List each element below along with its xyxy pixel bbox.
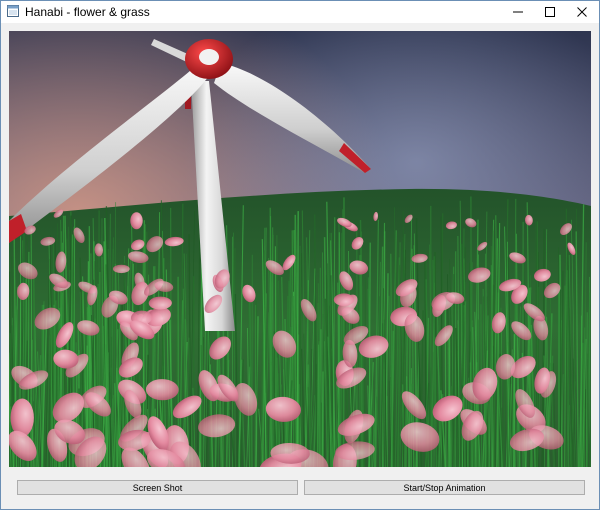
app-window: Hanabi - flower & grass Screen Shot Star… <box>0 0 600 510</box>
window-title: Hanabi - flower & grass <box>25 5 150 19</box>
close-button[interactable] <box>565 1 599 23</box>
screenshot-button[interactable]: Screen Shot <box>17 480 298 495</box>
grass-blade <box>27 251 30 467</box>
windmill-scene <box>9 31 591 467</box>
minimize-button[interactable] <box>501 1 535 23</box>
flower-petal <box>333 293 355 306</box>
close-icon <box>577 7 587 17</box>
windmill-hub-cap <box>199 49 219 65</box>
grass-blade <box>321 371 324 467</box>
maximize-button[interactable] <box>533 1 567 23</box>
minimize-icon <box>513 11 523 13</box>
flower-petal <box>130 212 143 230</box>
start-stop-animation-button[interactable]: Start/Stop Animation <box>304 480 585 495</box>
grass-blade <box>581 357 583 467</box>
title-bar[interactable]: Hanabi - flower & grass <box>1 1 599 23</box>
maximize-icon <box>545 7 555 17</box>
app-icon <box>7 5 19 17</box>
render-viewport[interactable] <box>9 31 591 467</box>
flower-petal <box>112 264 130 274</box>
